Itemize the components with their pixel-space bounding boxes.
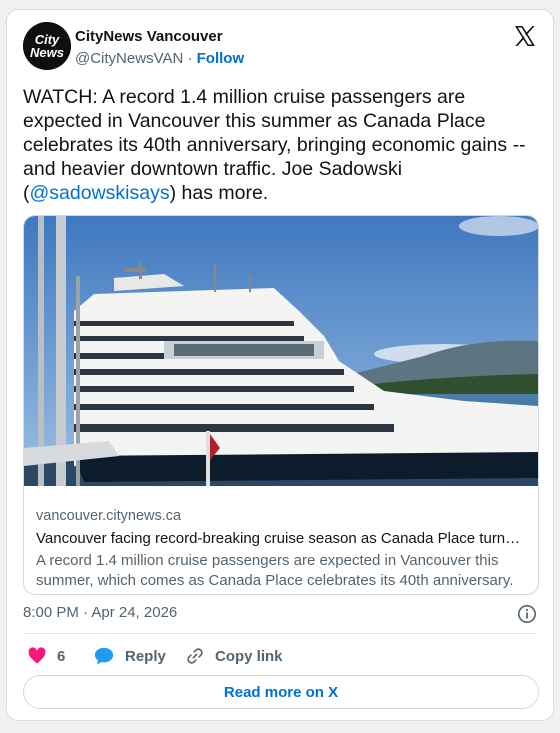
timestamp-link[interactable]: 8:00 PM · Apr 24, 2026 — [23, 604, 177, 621]
link-description: A record 1.4 million cruise passengers a… — [36, 552, 514, 589]
follow-button[interactable]: Follow — [197, 50, 245, 67]
divider — [23, 633, 537, 634]
citynews-logo-icon: City News — [23, 22, 71, 70]
reply-bubble-icon — [94, 647, 114, 665]
link-icon — [187, 648, 203, 664]
heart-icon — [28, 647, 46, 664]
link-domain: vancouver.citynews.ca — [36, 508, 182, 524]
handle-row: @CityNewsVAN · Follow — [75, 50, 244, 67]
action-bar: 6 Reply Copy link — [23, 642, 539, 670]
cruise-ship-photo — [24, 216, 538, 486]
display-name[interactable]: CityNews Vancouver — [75, 28, 223, 45]
mention-link[interactable]: @sadowskisays — [30, 182, 170, 204]
tweet-text-end: ) has more. — [169, 182, 269, 204]
like-button[interactable]: 6 — [27, 642, 65, 670]
separator: · — [187, 50, 193, 67]
tweet-embed-card: City News CityNews Vancouver @CityNewsVA… — [6, 9, 554, 721]
copy-link-button[interactable]: Copy link — [185, 642, 283, 670]
avatar[interactable]: City News — [23, 22, 71, 70]
read-more-button[interactable]: Read more on X — [23, 675, 539, 709]
tweet-text: WATCH: A record 1.4 million cruise passe… — [23, 85, 543, 205]
reply-button[interactable]: Reply — [93, 642, 166, 670]
logo-text-bottom: News — [30, 45, 64, 60]
info-icon[interactable] — [517, 604, 537, 624]
x-logo-icon[interactable] — [513, 24, 537, 48]
reply-label: Reply — [125, 647, 166, 665]
link-title: Vancouver facing record-breaking cruise … — [36, 530, 521, 547]
like-count: 6 — [57, 647, 66, 665]
link-preview-card[interactable]: vancouver.citynews.ca Vancouver facing r… — [23, 215, 539, 595]
handle[interactable]: @CityNewsVAN — [75, 50, 183, 67]
copy-link-label: Copy link — [215, 647, 283, 665]
